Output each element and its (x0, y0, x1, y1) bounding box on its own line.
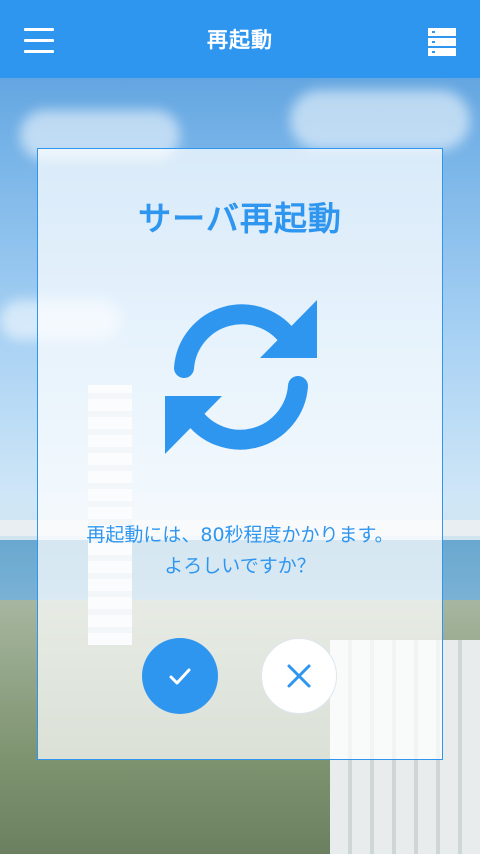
confirm-button[interactable] (142, 638, 218, 714)
dialog-message: 再起動には、80秒程度かかります。 よろしいですか？ (0, 520, 480, 582)
close-icon (287, 664, 311, 688)
message-line-1: 再起動には、80秒程度かかります。 (86, 524, 394, 546)
app-bar: 再起動 (0, 0, 480, 78)
hamburger-menu-icon[interactable] (24, 28, 54, 54)
message-line-2: よろしいですか？ (164, 555, 316, 577)
server-list-icon[interactable] (428, 28, 456, 58)
refresh-icon (165, 300, 317, 454)
page-title: 再起動 (207, 28, 273, 52)
cancel-button[interactable] (261, 638, 337, 714)
check-icon (169, 668, 191, 685)
dialog-title: サーバ再起動 (138, 199, 342, 238)
